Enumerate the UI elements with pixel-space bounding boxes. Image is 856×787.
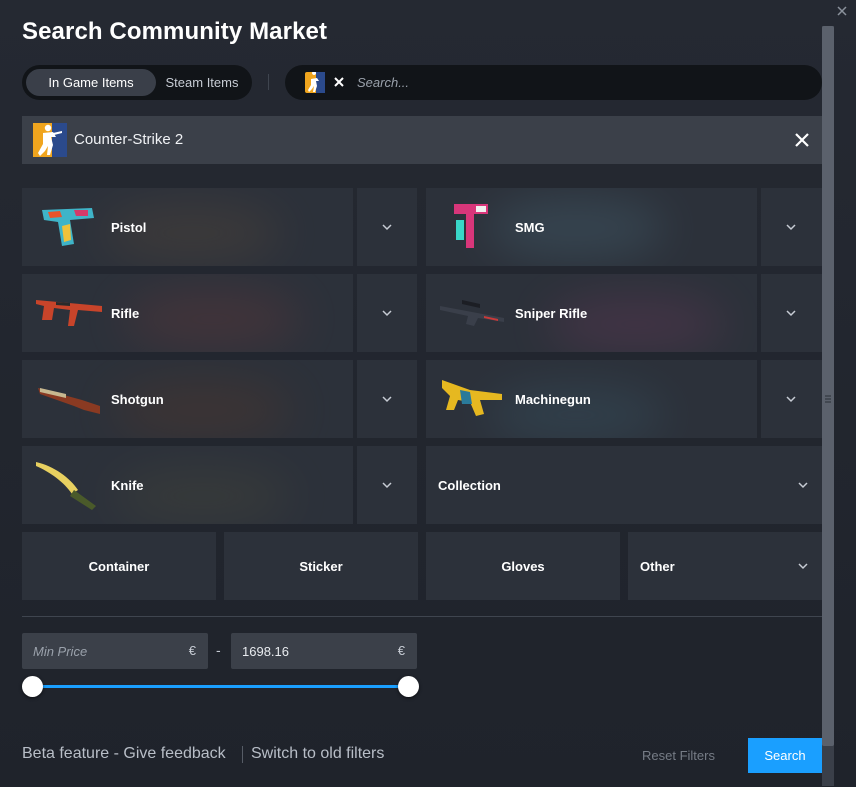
category-collection[interactable]: Collection <box>426 446 822 524</box>
rifle-skin-image <box>36 300 102 326</box>
scrollbar[interactable] <box>822 26 834 786</box>
counter-strike-icon <box>305 72 325 93</box>
dialog-title: Search Community Market <box>22 18 328 45</box>
category-other[interactable]: Other <box>628 532 822 600</box>
clear-game-icon[interactable] <box>332 75 346 89</box>
close-icon[interactable] <box>836 5 848 17</box>
max-price-field[interactable]: € <box>231 633 417 669</box>
currency-symbol: € <box>397 643 405 658</box>
pistol-dropdown-button[interactable] <box>357 188 417 266</box>
price-separator: - <box>216 642 221 658</box>
section-divider <box>22 616 822 617</box>
scrollbar-thumb[interactable] <box>822 26 834 746</box>
category-sticker[interactable]: Sticker <box>224 532 418 600</box>
category-label: Knife <box>111 478 144 493</box>
toolbar-separator <box>268 74 269 90</box>
machinegun-dropdown-button[interactable] <box>761 360 822 438</box>
price-slider-track[interactable] <box>32 685 408 688</box>
category-label: Collection <box>438 478 501 493</box>
give-feedback-link[interactable]: Beta feature - Give feedback <box>22 745 226 763</box>
chevron-down-icon <box>786 224 796 231</box>
chevron-down-icon <box>798 482 808 489</box>
tab-in-game-items[interactable]: In Game Items <box>26 69 156 96</box>
search-bar <box>285 65 822 100</box>
category-label: Other <box>640 559 675 574</box>
category-smg[interactable]: SMG <box>426 188 757 266</box>
knife-dropdown-button[interactable] <box>357 446 417 524</box>
currency-symbol: € <box>188 643 196 658</box>
search-input[interactable] <box>357 70 797 95</box>
category-label: Shotgun <box>111 392 164 407</box>
min-price-input[interactable] <box>33 641 173 661</box>
category-label: SMG <box>515 220 545 235</box>
smg-skin-image <box>454 204 488 248</box>
reset-filters-button[interactable]: Reset Filters <box>642 748 715 763</box>
search-button[interactable]: Search <box>748 738 822 773</box>
category-rifle[interactable]: Rifle <box>22 274 353 352</box>
category-sniper-rifle[interactable]: Sniper Rifle <box>426 274 757 352</box>
chevron-down-icon <box>382 482 392 489</box>
footer-separator <box>242 746 243 763</box>
chevron-down-icon <box>798 563 808 570</box>
price-slider-max-handle[interactable] <box>398 676 419 697</box>
min-price-field[interactable]: € <box>22 633 208 669</box>
category-label: Machinegun <box>515 392 591 407</box>
category-knife[interactable]: Knife <box>22 446 353 524</box>
price-slider-min-handle[interactable] <box>22 676 43 697</box>
category-gloves[interactable]: Gloves <box>426 532 620 600</box>
category-label: Pistol <box>111 220 147 235</box>
item-type-toggle: In Game Items Steam Items <box>22 65 252 100</box>
remove-game-icon[interactable] <box>794 132 810 148</box>
sniper-rifle-dropdown-button[interactable] <box>761 274 822 352</box>
smg-dropdown-button[interactable] <box>761 188 822 266</box>
rifle-dropdown-button[interactable] <box>357 274 417 352</box>
game-name: Counter-Strike 2 <box>74 131 184 148</box>
category-label: Sticker <box>299 559 343 574</box>
switch-old-filters-link[interactable]: Switch to old filters <box>251 745 384 763</box>
tab-steam-items[interactable]: Steam Items <box>156 69 248 96</box>
shotgun-skin-image <box>38 388 100 414</box>
chevron-down-icon <box>786 396 796 403</box>
grip-icon <box>825 395 831 403</box>
pistol-skin-image <box>42 208 94 246</box>
machinegun-skin-image <box>442 380 502 416</box>
shotgun-dropdown-button[interactable] <box>357 360 417 438</box>
search-dialog: Search Community Market In Game Items St… <box>0 0 856 787</box>
chevron-down-icon <box>382 224 392 231</box>
chevron-down-icon <box>382 310 392 317</box>
max-price-input[interactable] <box>242 641 382 661</box>
selected-game-bar: Counter-Strike 2 <box>22 116 822 164</box>
sniper-rifle-skin-image <box>440 300 504 326</box>
category-machinegun[interactable]: Machinegun <box>426 360 757 438</box>
category-label: Sniper Rifle <box>515 306 588 321</box>
category-label: Gloves <box>501 559 545 574</box>
counter-strike-logo <box>33 123 67 157</box>
category-label: Container <box>88 559 150 574</box>
category-container[interactable]: Container <box>22 532 216 600</box>
knife-skin-image <box>36 462 96 510</box>
category-shotgun[interactable]: Shotgun <box>22 360 353 438</box>
category-label: Rifle <box>111 306 140 321</box>
chevron-down-icon <box>382 396 392 403</box>
chevron-down-icon <box>786 310 796 317</box>
category-pistol[interactable]: Pistol <box>22 188 353 266</box>
